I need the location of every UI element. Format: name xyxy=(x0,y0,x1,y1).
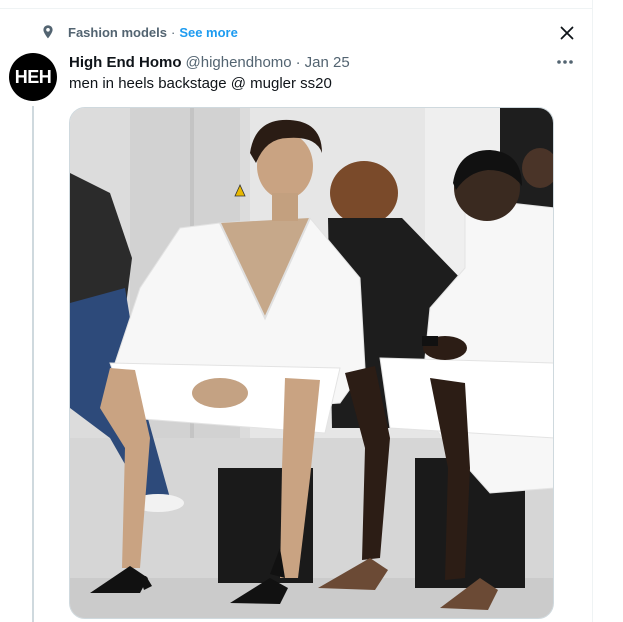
topic-separator: · xyxy=(170,24,176,40)
top-divider xyxy=(0,8,593,9)
close-button[interactable] xyxy=(553,19,581,47)
see-more-link[interactable]: See more xyxy=(179,25,238,40)
tweet-text: men in heels backstage @ mugler ss20 xyxy=(69,75,332,92)
avatar[interactable]: HEH xyxy=(9,53,57,101)
backstage-photo-illustration xyxy=(70,108,553,618)
right-column-border xyxy=(592,0,593,622)
display-name[interactable]: High End Homo xyxy=(69,54,182,71)
user-handle[interactable]: @highendhomo xyxy=(186,54,292,71)
topic-label[interactable]: Fashion models xyxy=(68,25,167,40)
header-separator: · xyxy=(295,53,301,71)
thread-line xyxy=(32,106,34,622)
tweet-photo[interactable] xyxy=(69,107,554,619)
tweet-date[interactable]: Jan 25 xyxy=(305,54,350,71)
avatar-text: HEH xyxy=(14,66,52,87)
more-dots-icon xyxy=(557,60,573,64)
close-icon xyxy=(560,26,574,40)
topic-pin-icon xyxy=(43,25,53,39)
topic-context: Fashion models · See more xyxy=(40,22,238,42)
tweet-header: High End Homo @highendhomo · Jan 25 xyxy=(69,52,350,72)
more-button[interactable] xyxy=(553,52,577,72)
